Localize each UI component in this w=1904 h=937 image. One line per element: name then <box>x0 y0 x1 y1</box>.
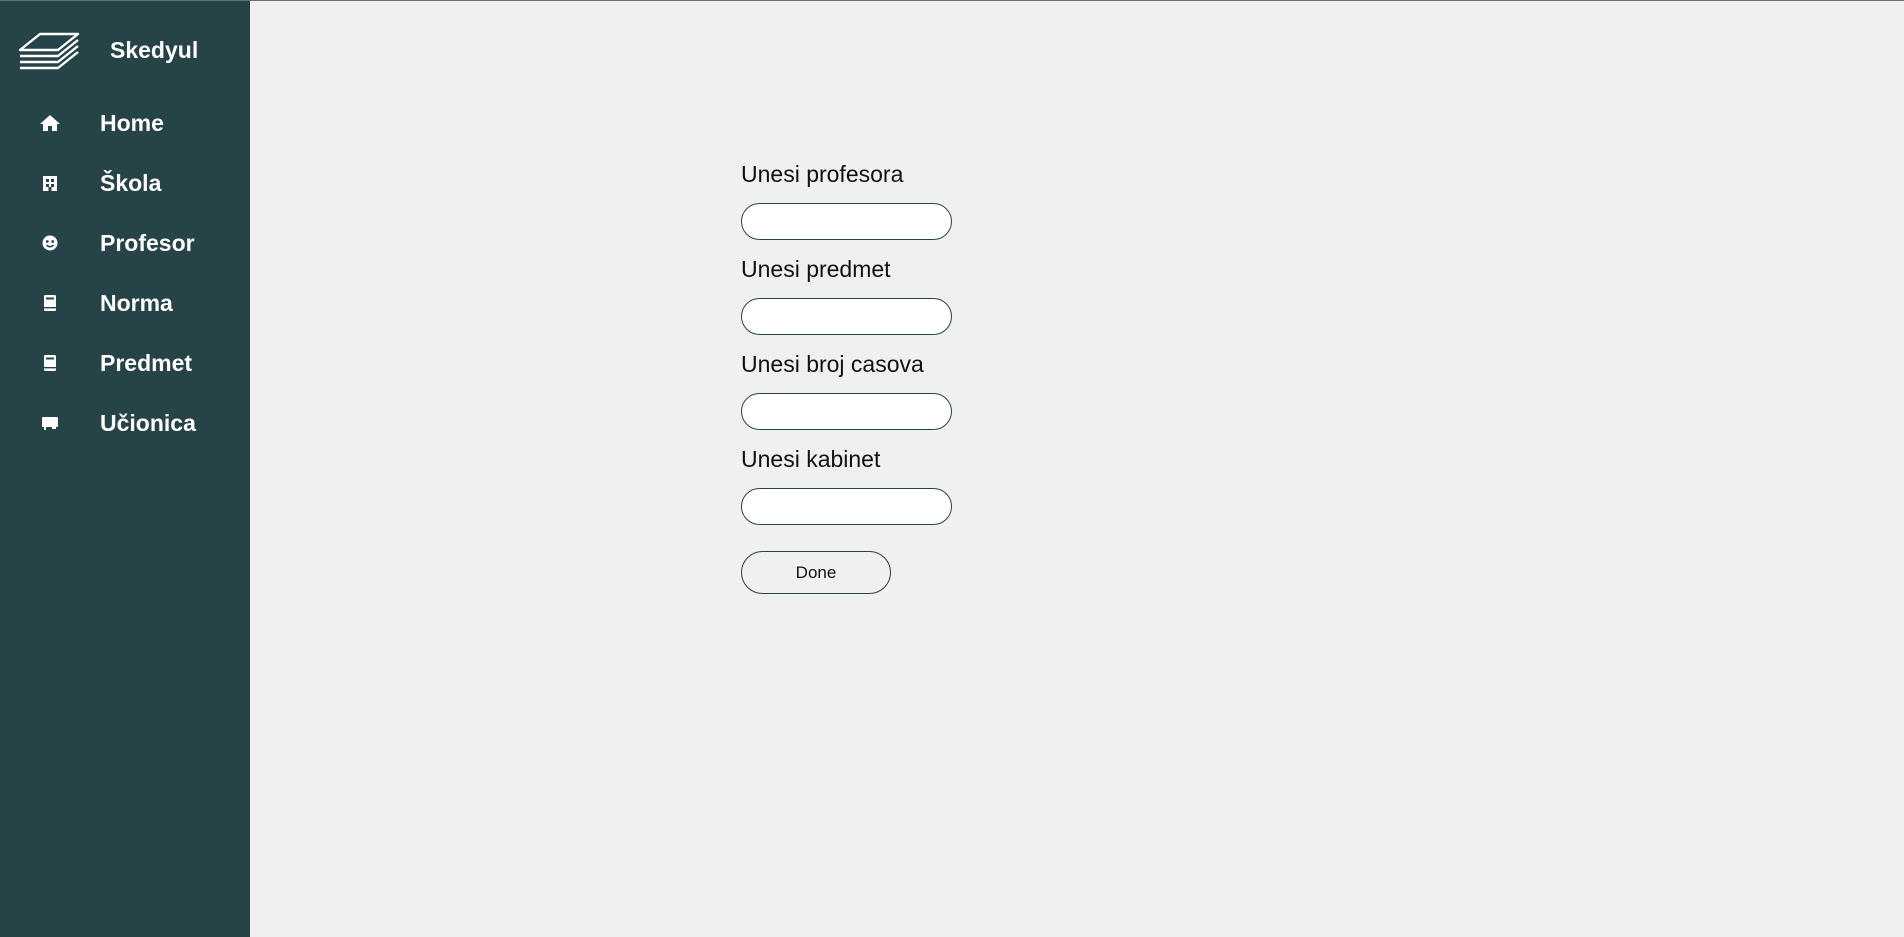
sidebar-item-predmet[interactable]: Predmet <box>0 338 250 388</box>
sidebar-item-norma[interactable]: Norma <box>0 278 250 328</box>
book-icon <box>44 355 56 371</box>
sidebar-item-label: Norma <box>100 290 173 316</box>
cabinet-input[interactable] <box>741 488 952 525</box>
sidebar: Skedyul Home Škola Profesor Norma Predme… <box>0 1 250 937</box>
brand-name: Skedyul <box>110 37 199 63</box>
sidebar-item-label: Home <box>100 110 164 136</box>
sidebar-item-skola[interactable]: Škola <box>0 158 250 208</box>
book-icon <box>44 295 56 311</box>
sidebar-item-ucionica[interactable]: Učionica <box>0 398 250 448</box>
professor-input[interactable] <box>741 203 952 240</box>
layers-icon <box>18 32 80 70</box>
cabinet-label: Unesi kabinet <box>741 446 881 472</box>
professor-label: Unesi profesora <box>741 161 904 187</box>
subject-label: Unesi predmet <box>741 256 891 282</box>
sidebar-item-label: Učionica <box>100 410 196 436</box>
sidebar-item-label: Predmet <box>100 350 193 376</box>
face-icon <box>42 235 58 251</box>
class-count-input[interactable] <box>741 393 952 430</box>
chalkboard-icon <box>42 417 58 430</box>
done-button[interactable]: Done <box>741 551 891 594</box>
class-count-label: Unesi broj casova <box>741 351 924 377</box>
home-icon <box>40 115 60 131</box>
subject-input[interactable] <box>741 298 952 335</box>
sidebar-item-label: Škola <box>100 170 162 196</box>
brand[interactable]: Skedyul <box>0 1 250 97</box>
sidebar-item-home[interactable]: Home <box>0 98 250 148</box>
app-window: Skedyul Home Škola Profesor Norma Predme… <box>0 0 1904 937</box>
sidebar-item-label: Profesor <box>100 230 195 256</box>
sidebar-item-profesor[interactable]: Profesor <box>0 218 250 268</box>
building-icon <box>43 176 57 191</box>
